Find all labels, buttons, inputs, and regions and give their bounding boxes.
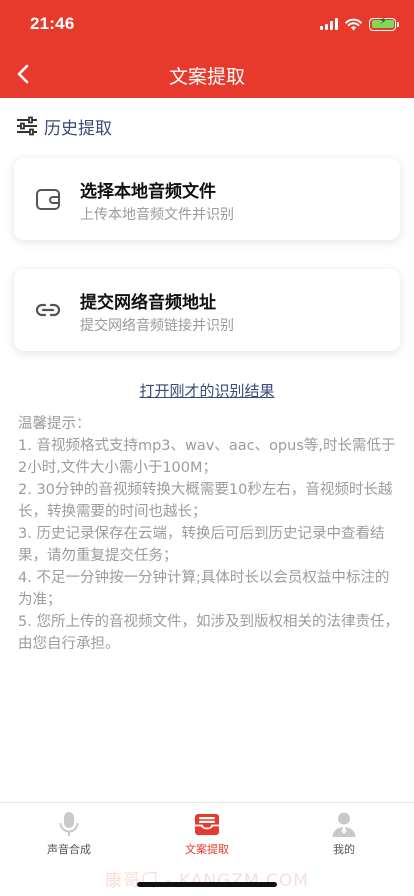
history-label: 历史提取 — [44, 118, 112, 139]
sliders-icon — [17, 116, 37, 136]
tab-voice-synthesis[interactable]: 声音合成 — [29, 811, 109, 857]
history-button[interactable]: 历史提取 — [16, 112, 112, 140]
person-icon — [332, 812, 356, 837]
tips-section: 温馨提示： 1. 音视频格式支持mp3、wav、aac、opus等,时长需低于2… — [18, 413, 400, 655]
battery-icon: ⚡ — [369, 17, 399, 31]
tip-item: 5. 您所上传的音视频文件，如涉及到版权相关的法律责任，由您自行承担。 — [18, 614, 399, 652]
microphone-icon — [59, 812, 79, 836]
link-icon — [35, 303, 61, 317]
page-title: 文案提取 — [168, 66, 245, 88]
tips-heading: 温馨提示： — [18, 416, 91, 432]
tip-item: 1. 音视频格式支持mp3、wav、aac、opus等,时长需低于2小时,文件大… — [18, 438, 396, 476]
tip-item: 4. 不足一分钟按一分钟计算;具体时长以会员权益中标注的为准； — [18, 570, 390, 608]
status-time: 21:46 — [30, 14, 75, 33]
navbar: 文案提取 — [0, 50, 414, 98]
wifi-icon — [345, 18, 362, 30]
inbox-icon — [195, 814, 219, 835]
tip-item: 3. 历史记录保存在云端，转换后可后到历史记录中查看结果，请勿重复提交任务； — [18, 526, 385, 564]
tab-label: 我的 — [333, 843, 355, 856]
tab-text-extract[interactable]: 文案提取 — [167, 811, 247, 857]
network-audio-card[interactable]: 提交网络音频地址 提交网络音频链接并识别 — [14, 269, 400, 351]
watermark: 康哥门 - KANGZM.COM — [105, 871, 309, 891]
tab-mine[interactable]: 我的 — [304, 811, 384, 857]
wallet-icon — [36, 189, 60, 210]
status-bar: 21:46 ⚡ — [0, 0, 414, 50]
header: 21:46 ⚡ 文案提取 — [0, 0, 414, 98]
card-title: 选择本地音频文件 — [80, 182, 216, 202]
card-subtitle: 上传本地音频文件并识别 — [80, 207, 234, 223]
tab-label: 文案提取 — [185, 843, 229, 856]
home-indicator — [137, 882, 277, 887]
status-icons: ⚡ — [320, 16, 399, 32]
card-title: 提交网络音频地址 — [80, 293, 216, 313]
tab-label: 声音合成 — [47, 843, 91, 856]
open-result-link[interactable]: 打开刚才的识别结果 — [0, 380, 414, 401]
signal-icon — [320, 18, 338, 30]
card-subtitle: 提交网络音频链接并识别 — [80, 318, 234, 334]
tip-item: 2. 30分钟的音视频转换大概需要10秒左右，音视频时长越长，转换需要的时间也越… — [18, 482, 393, 520]
local-audio-card[interactable]: 选择本地音频文件 上传本地音频文件并识别 — [14, 158, 400, 240]
